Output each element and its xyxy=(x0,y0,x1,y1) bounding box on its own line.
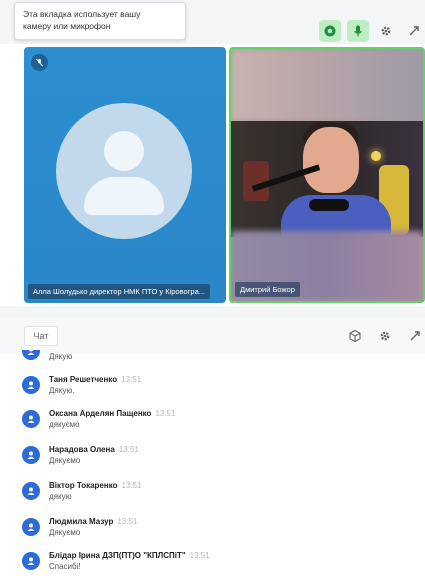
message-author: Віктор Токаренко xyxy=(49,481,118,490)
user-icon xyxy=(27,557,35,565)
list-item: Людмила Мазур 13:51 Дякуємо xyxy=(22,514,402,544)
list-item: Віктор Токаренко 13:51 дякую xyxy=(22,478,402,508)
chat-settings-button[interactable] xyxy=(375,326,395,346)
list-item: Таня Решетченко 13:51 Дякую. xyxy=(22,372,402,402)
camera-button[interactable] xyxy=(319,20,341,42)
user-icon xyxy=(27,350,35,355)
chat-controls xyxy=(345,326,425,346)
message-text: Дякуємо xyxy=(49,456,81,465)
list-item: Блідар Ірина ДЗП(ПТ)О "КПЛСПіТ" 13:51 Спа… xyxy=(22,548,402,576)
chat-panel: Чат Дякую Таня Решетченко 13:51 Дякую. О… xyxy=(0,318,425,576)
avatar xyxy=(22,552,40,570)
media-permission-tooltip: Эта вкладка использует вашу камеру или м… xyxy=(14,2,186,40)
expand-icon xyxy=(410,331,420,341)
message-time: 13:51 xyxy=(189,551,210,560)
user-icon xyxy=(27,415,35,423)
top-toolbar: Эта вкладка использует вашу камеру или м… xyxy=(0,0,425,44)
expand-button[interactable] xyxy=(403,20,425,42)
expand-icon xyxy=(409,26,419,36)
microphone-button[interactable] xyxy=(347,20,369,42)
video-grid: Алла Шолудько директор НМК ПТО у Кіровог… xyxy=(0,44,425,306)
top-controls xyxy=(319,20,425,42)
user-icon xyxy=(27,381,35,389)
settings-button[interactable] xyxy=(375,20,397,42)
avatar xyxy=(22,518,40,536)
cube-button[interactable] xyxy=(345,326,365,346)
avatar xyxy=(22,410,40,428)
user-icon xyxy=(27,487,35,495)
participant-name-label: Дмитрий Божор xyxy=(235,282,300,297)
message-time: 13:51 xyxy=(117,517,138,526)
participant-name-label: Алла Шолудько директор НМК ПТО у Кіровог… xyxy=(28,284,211,299)
tooltip-line-1: Эта вкладка использует вашу xyxy=(23,9,141,19)
avatar xyxy=(22,376,40,394)
message-author: Блідар Ірина ДЗП(ПТ)О "КПЛСПіТ" xyxy=(49,551,186,560)
user-icon xyxy=(27,523,35,531)
message-text: Дякую xyxy=(49,352,73,361)
participant-tile-dmitriy[interactable]: Дмитрий Божор xyxy=(229,47,425,303)
message-time: 13:51 xyxy=(155,409,176,418)
avatar xyxy=(22,350,40,360)
message-text: дякую xyxy=(49,492,72,501)
list-item: Нарадова Олена 13:51 Дякуємо xyxy=(22,442,402,472)
message-text: дякуємо xyxy=(49,420,80,429)
message-text: Дякую. xyxy=(49,386,75,395)
tooltip-line-2: камеру или микрофон xyxy=(23,21,111,31)
tab-chat[interactable]: Чат xyxy=(24,326,58,346)
meeting-window: Эта вкладка использует вашу камеру или м… xyxy=(0,0,425,576)
message-time: 13:51 xyxy=(121,375,142,384)
user-avatar-icon xyxy=(56,103,192,239)
cube-icon xyxy=(349,329,361,343)
video-feed xyxy=(231,121,423,237)
chat-message-list[interactable]: Дякую Таня Решетченко 13:51 Дякую. Оксана… xyxy=(0,350,425,576)
list-item: Оксана Арделян Пащенко 13:51 дякуємо xyxy=(22,406,402,436)
gear-icon xyxy=(381,26,391,36)
mic-muted-icon xyxy=(31,54,48,71)
gear-icon xyxy=(380,331,390,341)
message-author: Оксана Арделян Пащенко xyxy=(49,409,152,418)
message-time: 13:51 xyxy=(118,445,139,454)
message-author: Людмила Мазур xyxy=(49,517,114,526)
message-author: Нарадова Олена xyxy=(49,445,115,454)
camera-icon xyxy=(324,25,336,37)
user-icon xyxy=(27,451,35,459)
message-time: 13:51 xyxy=(121,481,142,490)
message-text: Дякуємо xyxy=(49,528,81,537)
avatar xyxy=(22,482,40,500)
list-item: Дякую xyxy=(22,350,402,368)
microphone-icon xyxy=(354,25,362,37)
message-text: Спасибі! xyxy=(49,562,81,571)
participant-tile-alla[interactable]: Алла Шолудько директор НМК ПТО у Кіровог… xyxy=(24,47,226,303)
avatar xyxy=(22,446,40,464)
chat-header: Чат xyxy=(0,318,425,354)
chat-expand-button[interactable] xyxy=(405,326,425,346)
blurred-background-top xyxy=(231,49,423,121)
message-author: Таня Решетченко xyxy=(49,375,118,384)
